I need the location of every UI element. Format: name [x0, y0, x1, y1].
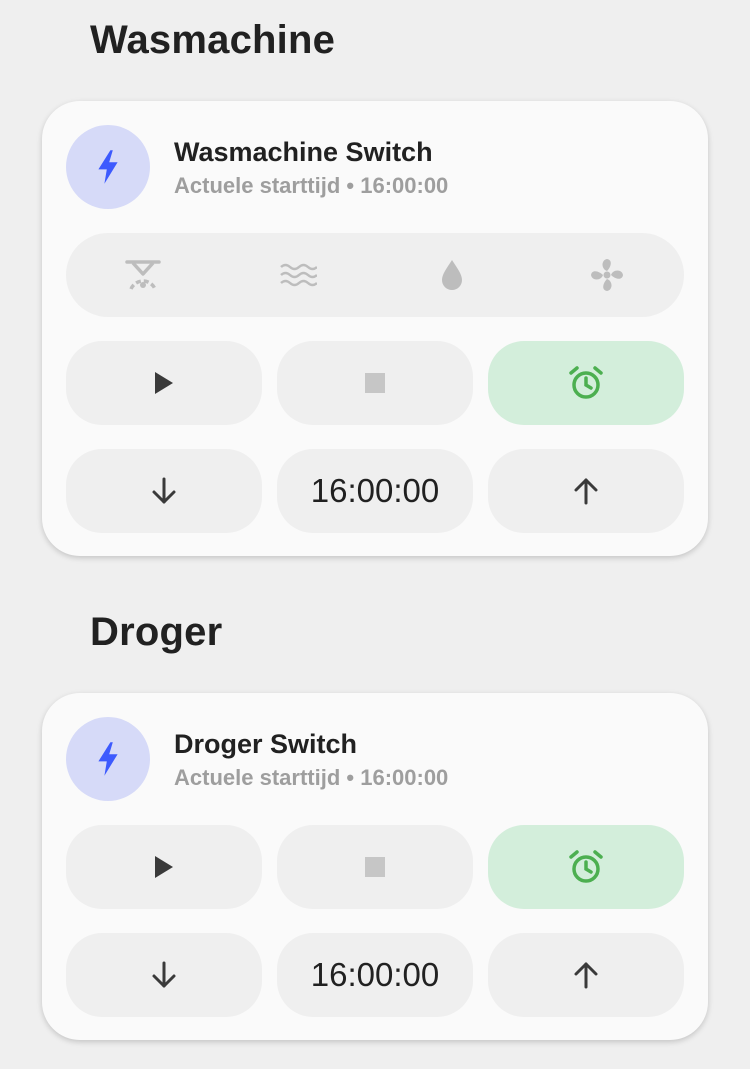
stop-button[interactable]: [277, 341, 473, 425]
stop-icon: [365, 857, 385, 877]
stop-button[interactable]: [277, 825, 473, 909]
wasmachine-card: Wasmachine Switch Actuele starttijd • 16…: [42, 101, 708, 556]
control-row: [66, 825, 684, 909]
arrow-down-icon: [152, 961, 176, 988]
section-title-wasmachine: Wasmachine: [90, 18, 336, 62]
time-display[interactable]: 16:00:00: [277, 933, 473, 1017]
time-row: 16:00:00: [66, 933, 684, 1017]
entity-name[interactable]: Droger Switch: [174, 729, 357, 760]
waves-icon[interactable]: [258, 245, 338, 305]
increment-button[interactable]: [488, 449, 684, 533]
control-row: [66, 341, 684, 425]
spin-cycle-icon[interactable]: [103, 245, 183, 305]
alarm-clock-icon: [569, 366, 603, 399]
alarm-button[interactable]: [488, 341, 684, 425]
state-value: 16:00:00: [360, 765, 449, 790]
entity-name[interactable]: Wasmachine Switch: [174, 137, 433, 168]
fan-icon[interactable]: [567, 245, 647, 305]
lightning-bolt-icon[interactable]: [66, 717, 150, 801]
play-button[interactable]: [66, 341, 262, 425]
time-display[interactable]: 16:00:00: [277, 449, 473, 533]
entity-state: Actuele starttijd • 16:00:00: [174, 765, 448, 791]
state-label: Actuele starttijd: [174, 765, 341, 790]
lightning-bolt-icon[interactable]: [66, 125, 150, 209]
play-icon: [155, 856, 173, 878]
decrement-button[interactable]: [66, 449, 262, 533]
decrement-button[interactable]: [66, 933, 262, 1017]
arrow-up-icon: [574, 478, 598, 505]
state-value: 16:00:00: [360, 173, 449, 198]
state-separator: •: [346, 173, 355, 198]
alarm-clock-icon: [569, 850, 603, 883]
play-button[interactable]: [66, 825, 262, 909]
increment-button[interactable]: [488, 933, 684, 1017]
droger-card: Droger Switch Actuele starttijd • 16:00:…: [42, 693, 708, 1040]
alarm-button[interactable]: [488, 825, 684, 909]
play-icon: [155, 372, 173, 394]
time-row: 16:00:00: [66, 449, 684, 533]
time-value: 16:00:00: [310, 956, 440, 993]
water-drop-icon[interactable]: [412, 245, 492, 305]
arrow-down-icon: [152, 477, 176, 504]
arrow-up-icon: [574, 962, 598, 989]
state-label: Actuele starttijd: [174, 173, 341, 198]
entity-state: Actuele starttijd • 16:00:00: [174, 173, 448, 199]
section-title-droger: Droger: [90, 610, 223, 654]
mode-bar: [66, 233, 684, 317]
time-value: 16:00:00: [310, 472, 440, 509]
stop-icon: [365, 373, 385, 393]
state-separator: •: [346, 765, 355, 790]
